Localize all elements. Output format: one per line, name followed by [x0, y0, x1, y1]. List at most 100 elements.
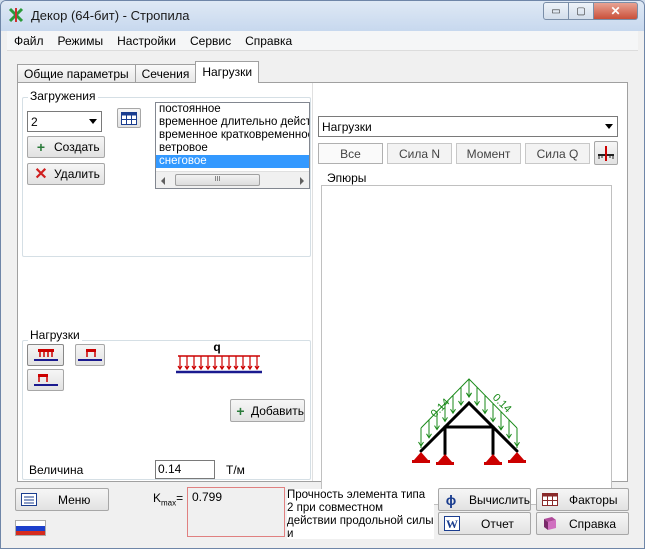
diagram-arrow [490, 403, 496, 423]
create-loading-label: Создать [54, 140, 100, 154]
scale-icon [598, 146, 614, 161]
delete-loading-button[interactable]: ✕ Удалить [27, 163, 105, 185]
table-icon [121, 111, 137, 125]
diagram-arrow [506, 420, 512, 439]
menu-service[interactable]: Сервис [183, 34, 238, 48]
horizontal-scrollbar[interactable]: III [156, 171, 309, 188]
load-type-uniform-button[interactable] [27, 344, 64, 366]
caption-buttons: ▭ ▢ ✕ [543, 2, 638, 20]
loads-group-label: Нагрузки [28, 328, 82, 342]
load-type-partial-button[interactable] [75, 344, 105, 366]
add-load-label: Добавить [250, 403, 304, 418]
table-button[interactable] [117, 108, 141, 128]
list-item-selected[interactable]: снеговое [156, 155, 309, 168]
app-window: Декор (64-бит) - Стропила ▭ ▢ ✕ Файл Реж… [0, 0, 645, 549]
load-arrow [184, 356, 190, 371]
svg-text:W: W [446, 517, 458, 531]
menu-button[interactable]: Меню [15, 488, 109, 511]
calculate-button[interactable]: ϕ Вычислить [438, 488, 531, 511]
help-book-icon [541, 516, 559, 531]
scroll-left-icon[interactable] [161, 177, 165, 185]
diagram-arrow [466, 379, 472, 398]
view-tab-force-q[interactable]: Сила Q [525, 143, 590, 164]
uniform-load-icon [33, 349, 58, 361]
load-arrow [177, 356, 183, 371]
window-title: Декор (64-бит) - Стропила [31, 8, 190, 23]
minimize-icon: ▭ [551, 5, 561, 17]
list-item[interactable]: постоянное [156, 103, 309, 116]
load-arrow [219, 356, 225, 371]
word-document-icon: W [443, 516, 461, 531]
load-arrow [212, 356, 218, 371]
view-mode-value: Нагрузки [322, 119, 372, 134]
create-loading-button[interactable]: + Создать [27, 136, 105, 158]
edge-load-icon [33, 374, 58, 386]
view-mode-select[interactable]: Нагрузки [318, 116, 618, 137]
menu-settings[interactable]: Настройки [110, 34, 183, 48]
load-value-input[interactable]: 0.14 [155, 460, 215, 479]
menu-file[interactable]: Файл [7, 34, 51, 48]
scroll-right-icon[interactable] [300, 177, 304, 185]
load-arrow [198, 356, 204, 371]
table-icon [541, 493, 559, 506]
report-button[interactable]: W Отчет [438, 512, 531, 535]
list-item[interactable]: временное длительно действу [156, 116, 309, 129]
load-arrow [233, 356, 239, 371]
loading-number-select[interactable]: 2 [27, 111, 102, 132]
russian-flag-icon[interactable] [15, 520, 46, 536]
plus-icon: + [36, 139, 46, 155]
unit-label: Т/м [226, 463, 245, 477]
tab-loads[interactable]: Нагрузки [195, 61, 260, 83]
diagrams-label: Эпюры [325, 171, 369, 185]
add-load-button[interactable]: + Добавить [230, 399, 305, 422]
chevron-down-icon [89, 119, 97, 124]
delete-loading-label: Удалить [54, 167, 100, 181]
menu-help[interactable]: Справка [238, 34, 299, 48]
view-tab-all[interactable]: Все [318, 143, 383, 164]
view-tab-force-n[interactable]: Сила N [387, 143, 452, 164]
loads-tab-panel: Загружения 2 + Создать ✕ Удалить постоян… [17, 82, 628, 505]
plus-icon: + [236, 402, 245, 419]
menu-bar: Файл Режимы Настройки Сервис Справка [7, 31, 638, 51]
menu-list-icon [20, 493, 38, 506]
load-arrows [177, 356, 260, 371]
value-label: Величина [29, 463, 84, 477]
loadings-list[interactable]: постоянное временное длительно действу в… [155, 102, 310, 189]
menu-button-label: Меню [58, 492, 91, 507]
tab-sections[interactable]: Сечения [134, 64, 197, 83]
close-button[interactable]: ✕ [594, 2, 638, 20]
help-label: Справка [569, 516, 617, 531]
report-label: Отчет [481, 516, 514, 531]
diagram-arrow [482, 395, 488, 415]
loadings-group-label: Загружения [28, 89, 98, 103]
load-arrow [254, 356, 260, 371]
maximize-button[interactable]: ▢ [569, 2, 594, 20]
menu-modes[interactable]: Режимы [51, 34, 111, 48]
scroll-thumb[interactable]: III [175, 174, 260, 186]
minimize-button[interactable]: ▭ [543, 2, 569, 20]
title-bar[interactable]: Декор (64-бит) - Стропила ▭ ▢ ✕ [1, 1, 644, 31]
diagram-arrow [418, 428, 424, 447]
diagram-canvas[interactable]: 0.14 0.14 [321, 185, 612, 505]
strength-message: Прочность элемента типа 2 при совместном… [287, 489, 434, 539]
panel-divider [312, 83, 313, 481]
maximize-icon: ▢ [576, 5, 586, 17]
list-item[interactable]: ветровое [156, 142, 309, 155]
client-area: Общие параметры Сечения Нагрузки Загруже… [7, 52, 638, 544]
help-button[interactable]: Справка [536, 512, 629, 535]
scale-button[interactable] [594, 141, 618, 165]
tab-general-params[interactable]: Общие параметры [17, 64, 136, 83]
load-type-edge-button[interactable] [27, 369, 64, 391]
kmax-label: Kmax= [153, 491, 184, 508]
phi-icon: ϕ [445, 491, 457, 508]
kmax-value: 0.799 [192, 490, 223, 504]
calculate-label: Вычислить [468, 492, 530, 507]
list-item[interactable]: временное кратковременное [156, 129, 309, 142]
truss-diagram: 0.14 0.14 [412, 378, 526, 465]
close-icon: ✕ [610, 4, 621, 18]
factors-label: Факторы [569, 492, 618, 507]
load-arrow [247, 356, 253, 371]
view-tab-moment[interactable]: Момент [456, 143, 521, 164]
chevron-down-icon [605, 124, 613, 129]
factors-button[interactable]: Факторы [536, 488, 629, 511]
